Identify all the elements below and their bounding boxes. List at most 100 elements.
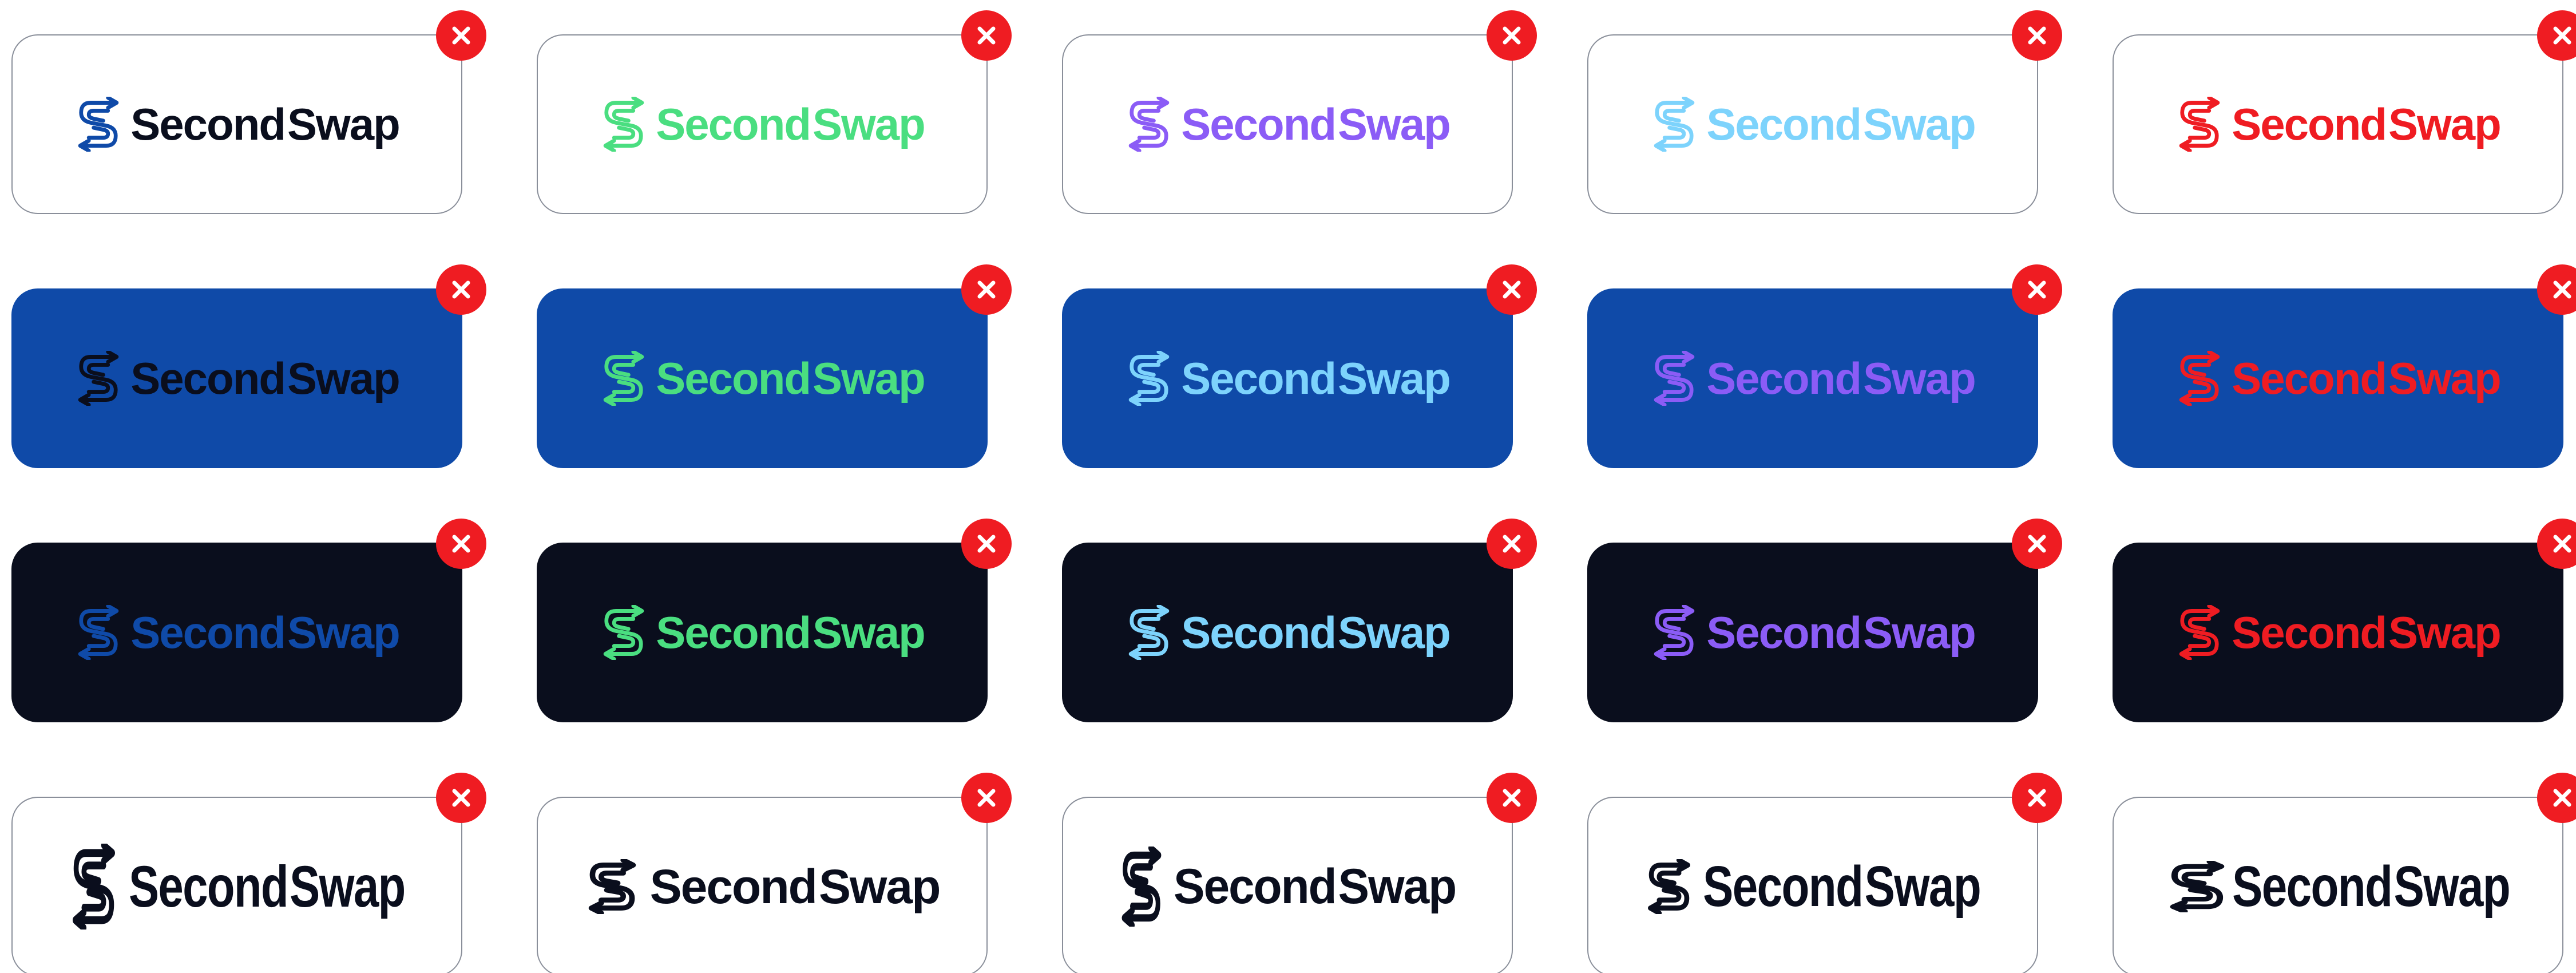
logo-card: SecondSwap <box>537 10 1012 214</box>
brand-word-second: Second <box>130 607 286 658</box>
logo-card: SecondSwap <box>2113 519 2576 722</box>
brand-logo: SecondSwap <box>74 351 401 406</box>
close-icon <box>1503 280 1521 299</box>
brand-word-swap: Swap <box>819 860 941 913</box>
brand-word-swap: Swap <box>2388 607 2502 658</box>
close-icon <box>977 789 996 807</box>
close-button[interactable] <box>961 264 1012 315</box>
close-icon <box>1503 789 1521 807</box>
brand-wordmark: SecondSwap <box>1181 102 1451 147</box>
close-icon <box>452 26 470 45</box>
s-swap-arrows-icon <box>72 844 115 930</box>
close-button[interactable] <box>2537 773 2576 823</box>
s-swap-arrows-icon <box>1648 859 1691 914</box>
brand-word-swap: Swap <box>2393 855 2511 919</box>
brand-word-swap: Swap <box>2388 99 2502 149</box>
brand-logo: SecondSwap <box>1125 351 1451 406</box>
brand-logo: SecondSwap <box>1125 605 1451 660</box>
close-button[interactable] <box>2012 519 2062 569</box>
brand-logo: SecondSwap <box>2166 858 2511 915</box>
brand-logo: SecondSwap <box>1650 97 1976 152</box>
s-swap-arrows-icon <box>78 351 119 406</box>
close-button[interactable] <box>2012 773 2062 823</box>
brand-logo: SecondSwap <box>1650 605 1976 660</box>
brand-wordmark: SecondSwap <box>2232 99 2502 149</box>
close-button[interactable] <box>1487 519 1537 569</box>
brand-word-second: Second <box>1181 607 1337 658</box>
s-swap-arrows-icon <box>603 97 644 152</box>
brand-word-second: Second <box>1706 99 1862 149</box>
brand-word-second: Second <box>128 854 289 919</box>
brand-logo: SecondSwap <box>74 605 401 660</box>
close-icon <box>1503 535 1521 553</box>
logo-card: SecondSwap <box>537 264 1012 468</box>
logo-card: SecondSwap <box>1587 519 2062 722</box>
close-icon <box>2028 26 2046 45</box>
s-swap-arrows-icon <box>2179 351 2220 406</box>
brand-wordmark: SecondSwap <box>1174 859 1457 914</box>
s-swap-arrows-icon <box>1121 847 1162 927</box>
brand-word-second: Second <box>656 99 811 149</box>
close-button[interactable] <box>2537 264 2576 315</box>
close-icon <box>452 280 470 299</box>
brand-word-swap: Swap <box>287 607 401 658</box>
brand-word-swap: Swap <box>1338 353 1451 404</box>
brand-wordmark: SecondSwap <box>130 607 401 658</box>
close-button[interactable] <box>961 773 1012 823</box>
s-swap-arrows-icon <box>1654 351 1695 406</box>
close-button[interactable] <box>436 10 486 61</box>
s-swap-arrows-icon <box>78 605 119 660</box>
close-button[interactable] <box>961 10 1012 61</box>
brand-logo: SecondSwap <box>2175 97 2502 152</box>
close-icon <box>977 535 996 553</box>
brand-wordmark: SecondSwap <box>1181 353 1451 404</box>
s-swap-arrows-icon <box>1654 97 1695 152</box>
brand-wordmark: SecondSwap <box>656 353 926 404</box>
brand-wordmark: SecondSwap <box>2232 353 2502 404</box>
close-button[interactable] <box>1487 10 1537 61</box>
brand-wordmark: SecondSwap <box>649 860 941 913</box>
logo-card: SecondSwap <box>1062 10 1537 214</box>
brand-word-second: Second <box>1703 855 1864 919</box>
s-swap-arrows-icon <box>588 859 636 914</box>
brand-word-second: Second <box>649 860 818 913</box>
brand-logo: SecondSwap <box>1650 351 1976 406</box>
logo-card: SecondSwap <box>1587 264 2062 468</box>
logo-card: SecondSwap <box>11 264 486 468</box>
logo-card: SecondSwap <box>537 773 1012 973</box>
s-swap-arrows-icon <box>2179 605 2220 660</box>
s-swap-arrows-icon <box>1128 605 1170 660</box>
brand-wordmark: SecondSwap <box>2232 607 2502 658</box>
s-swap-arrows-icon <box>603 351 644 406</box>
logo-variants-grid: SecondSwap SecondSwap SecondSwap SecondSwap… <box>0 0 2576 973</box>
close-icon <box>2553 280 2571 299</box>
close-button[interactable] <box>436 773 486 823</box>
brand-word-second: Second <box>130 353 286 404</box>
brand-wordmark: SecondSwap <box>656 99 926 149</box>
close-button[interactable] <box>961 519 1012 569</box>
close-icon <box>2028 789 2046 807</box>
close-button[interactable] <box>2537 10 2576 61</box>
close-button[interactable] <box>2537 519 2576 569</box>
close-button[interactable] <box>436 519 486 569</box>
brand-logo: SecondSwap <box>1125 97 1451 152</box>
brand-word-swap: Swap <box>287 353 401 404</box>
s-swap-arrows-icon <box>1128 97 1170 152</box>
close-button[interactable] <box>1487 264 1537 315</box>
logo-card: SecondSwap <box>1062 773 1537 973</box>
close-button[interactable] <box>2012 10 2062 61</box>
close-button[interactable] <box>436 264 486 315</box>
brand-word-swap: Swap <box>813 353 926 404</box>
close-icon <box>2553 535 2571 553</box>
brand-word-second: Second <box>1174 859 1337 914</box>
brand-word-swap: Swap <box>1338 607 1451 658</box>
close-button[interactable] <box>2012 264 2062 315</box>
logo-card: SecondSwap <box>1062 519 1537 722</box>
brand-word-swap: Swap <box>813 99 926 149</box>
close-button[interactable] <box>1487 773 1537 823</box>
brand-wordmark: SecondSwap <box>130 102 400 147</box>
brand-logo: SecondSwap <box>585 859 941 914</box>
brand-word-swap: Swap <box>1863 353 1976 404</box>
close-icon <box>2553 26 2571 45</box>
brand-word-swap: Swap <box>2388 353 2502 404</box>
